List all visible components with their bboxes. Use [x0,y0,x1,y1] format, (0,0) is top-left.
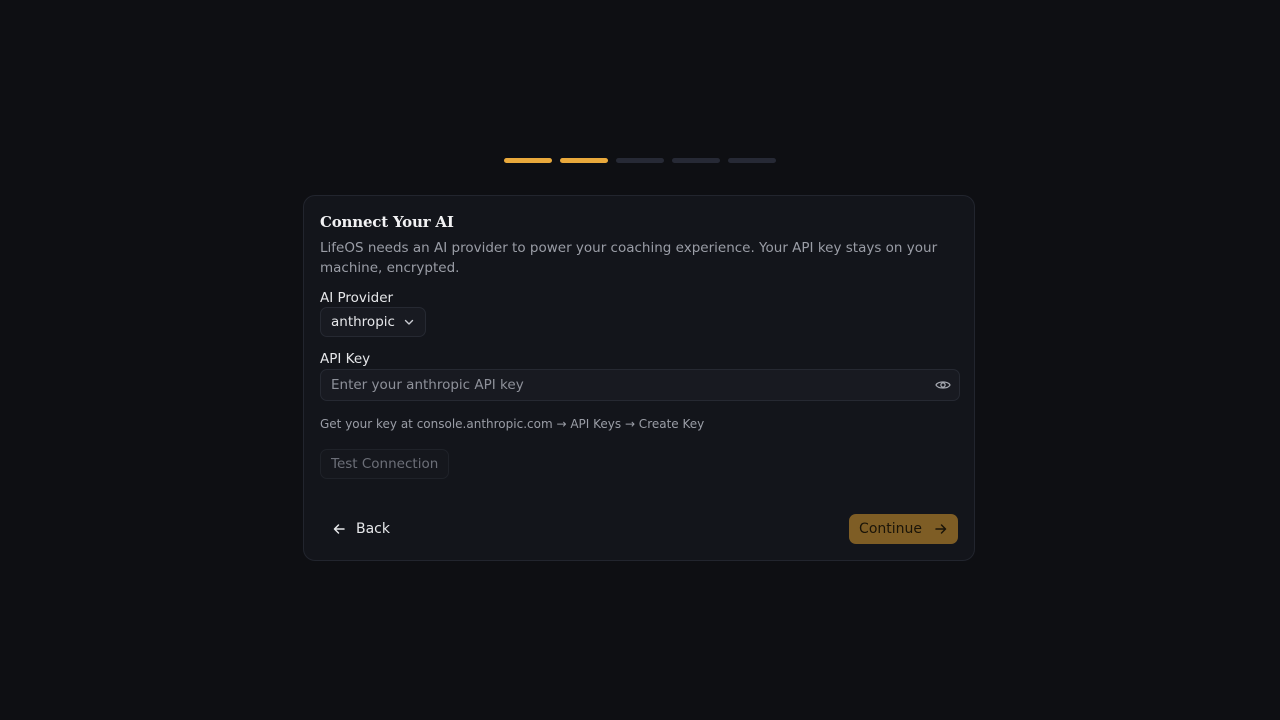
api-key-input[interactable] [321,370,931,400]
arrow-left-icon [333,524,345,534]
onboarding-progress [504,158,776,163]
provider-label: AI Provider [320,290,394,306]
test-connection-button[interactable]: Test Connection [320,449,450,479]
progress-step-4 [672,158,720,163]
card-title: Connect Your AI [320,213,454,231]
progress-step-2 [560,158,608,163]
provider-select[interactable]: anthropic [320,307,426,337]
connect-ai-card: Connect Your AI LifeOS needs an AI provi… [303,195,975,561]
back-button[interactable]: Back [320,514,402,544]
continue-button[interactable]: Continue [849,514,958,544]
eye-icon[interactable] [935,378,951,392]
back-button-label: Back [356,521,390,537]
card-description: LifeOS needs an AI provider to power you… [320,240,938,276]
api-key-hint: Get your key at console.anthropic.com → … [320,417,705,431]
chevron-down-icon [404,319,414,325]
progress-step-5 [728,158,776,163]
card-footer: Back Continue [320,514,958,544]
arrow-right-icon [935,524,947,534]
api-key-field [320,369,960,401]
progress-step-3 [616,158,664,163]
progress-step-1 [504,158,552,163]
continue-button-label: Continue [859,521,922,537]
api-key-label: API Key [320,351,371,367]
provider-selected-value: anthropic [331,314,395,330]
